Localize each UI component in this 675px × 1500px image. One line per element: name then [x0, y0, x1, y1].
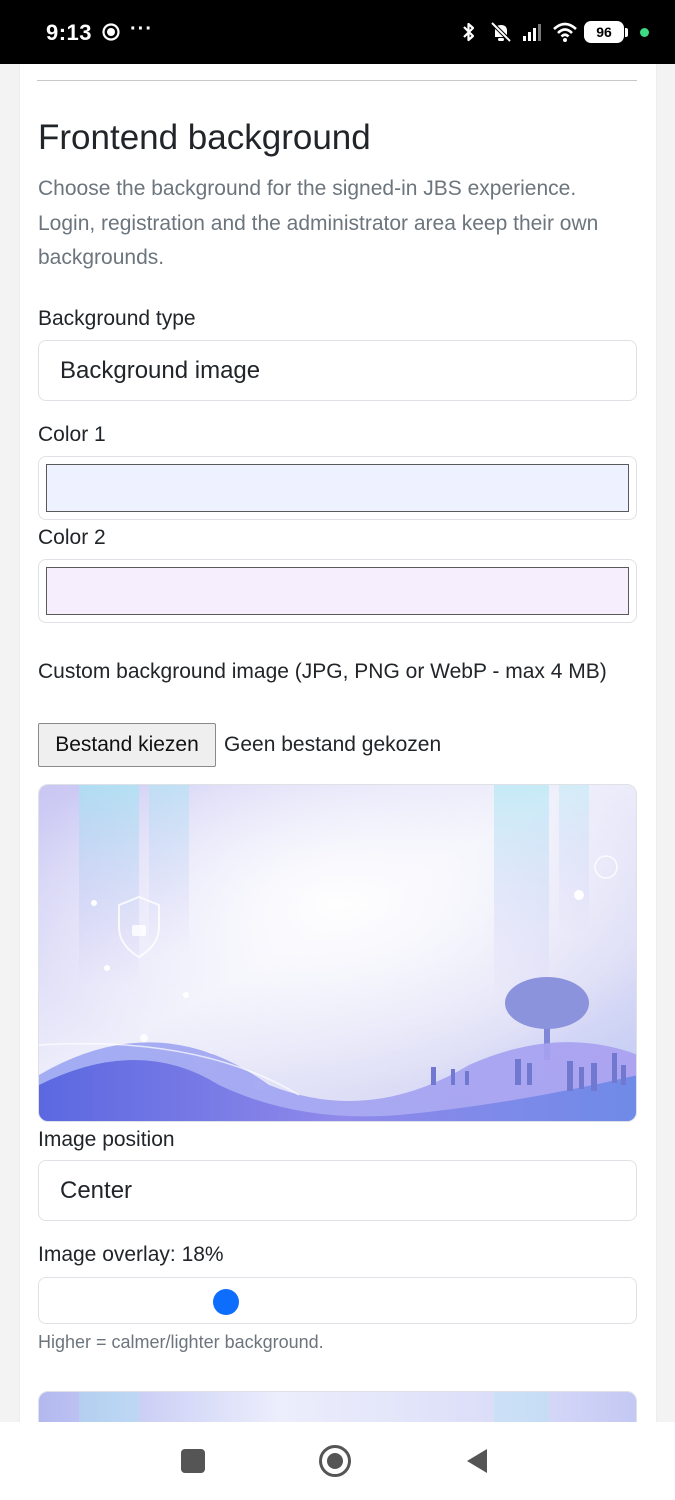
background-preview-artwork — [39, 785, 636, 1121]
wifi-icon — [553, 22, 577, 42]
background-type-value: Background image — [60, 356, 261, 384]
privacy-indicator-dot — [640, 27, 649, 37]
back-triangle-icon[interactable] — [460, 1444, 494, 1478]
overlay-label: Image overlay: 18% — [38, 1243, 224, 1266]
background-preview-artwork-2 — [39, 1392, 636, 1422]
color1-swatch[interactable] — [46, 464, 629, 512]
section-divider — [37, 80, 637, 81]
recents-square-icon[interactable] — [176, 1444, 210, 1478]
file-status: Geen bestand gekozen — [224, 733, 442, 756]
signal-icon — [523, 24, 541, 41]
color2-label: Color 2 — [38, 526, 106, 549]
image-position-value: Center — [60, 1176, 133, 1204]
image-position-label: Image position — [38, 1128, 175, 1151]
choose-file-button[interactable]: Bestand kiezen — [38, 723, 216, 767]
status-bar: 9:13 ··· 96 — [0, 0, 675, 64]
color2-swatch[interactable] — [46, 567, 629, 615]
status-time: 9:13 — [46, 20, 93, 45]
background-image-preview — [38, 784, 637, 1122]
color1-label: Color 1 — [38, 423, 106, 446]
bluetooth-icon — [463, 22, 475, 42]
background-type-label: Background type — [38, 307, 196, 330]
background-type-select[interactable]: Background image — [38, 340, 637, 401]
section-description: Choose the background for the signed-in … — [38, 177, 599, 269]
color1-input[interactable] — [38, 456, 637, 520]
overlay-slider[interactable] — [38, 1277, 637, 1324]
image-position-select[interactable]: Center — [38, 1160, 637, 1221]
page-content[interactable]: Frontend background Choose the backgroun… — [0, 64, 675, 1422]
system-nav-bar — [0, 1422, 675, 1500]
chat-bubble-icon — [102, 23, 120, 41]
battery-cap — [625, 27, 628, 37]
battery-icon: 96 — [584, 21, 624, 43]
home-circle-icon[interactable] — [318, 1444, 352, 1478]
mute-icon — [490, 21, 512, 43]
background-image-preview-2 — [38, 1391, 637, 1422]
section-title: Frontend background — [38, 118, 371, 157]
overlay-hint: Higher = calmer/lighter background. — [38, 1332, 324, 1352]
notification-dots: ··· — [130, 18, 153, 40]
custom-image-label: Custom background image (JPG, PNG or Web… — [38, 660, 607, 683]
overlay-slider-thumb[interactable] — [213, 1289, 240, 1315]
color2-input[interactable] — [38, 559, 637, 623]
